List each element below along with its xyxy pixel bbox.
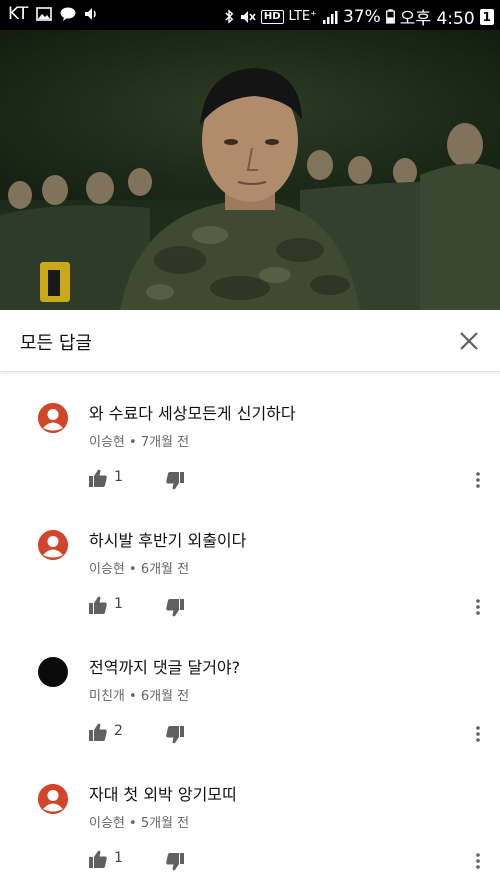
battery-icon xyxy=(385,9,395,24)
thumbs-up-icon[interactable] xyxy=(88,722,108,742)
meta-separator: • xyxy=(124,689,141,704)
default-avatar-icon xyxy=(38,403,68,433)
video-frame xyxy=(0,30,500,310)
comment-meta: 미친개 • 6개월 전 xyxy=(89,685,189,704)
meta-separator: • xyxy=(124,562,141,577)
comment-meta: 이승현 • 5개월 전 xyxy=(89,812,189,831)
comment-text: 자대 첫 외박 앙기모띠 xyxy=(89,785,237,804)
comment-item: 하시발 후반기 외출이다 이승현 • 6개월 전 1 xyxy=(0,527,500,654)
bluetooth-icon xyxy=(225,9,234,24)
comment-author[interactable]: 미친개 xyxy=(89,689,125,704)
comment-item: 자대 첫 외박 앙기모띠 이승현 • 5개월 전 1 xyxy=(0,781,500,888)
comment-text: 전역까지 댓글 달거야? xyxy=(89,658,241,677)
comment-text: 하시발 후반기 외출이다 xyxy=(89,531,247,550)
more-vert-icon[interactable] xyxy=(470,597,486,617)
comment-author[interactable]: 이승현 xyxy=(89,816,125,831)
thumbs-down-icon[interactable] xyxy=(165,725,185,745)
default-avatar-icon xyxy=(38,530,68,560)
gallery-icon xyxy=(36,7,53,21)
page-title: 모든 답글 xyxy=(20,333,92,354)
thumbs-up-icon[interactable] xyxy=(88,595,108,615)
hd-icon: HD xyxy=(260,9,284,24)
comment-age: 5개월 전 xyxy=(140,816,190,831)
comment-meta: 이승현 • 7개월 전 xyxy=(89,431,189,450)
avatar[interactable] xyxy=(38,530,68,560)
avatar[interactable] xyxy=(38,784,68,814)
mute-icon xyxy=(240,10,256,23)
meta-separator: • xyxy=(124,435,141,450)
thumbs-up-icon[interactable] xyxy=(88,468,108,488)
comment-age: 6개월 전 xyxy=(140,562,190,577)
avatar[interactable] xyxy=(38,403,68,433)
comment-age: 6개월 전 xyxy=(140,689,190,704)
like-count: 2 xyxy=(114,723,123,739)
comment-author[interactable]: 이승현 xyxy=(89,562,125,577)
more-vert-icon[interactable] xyxy=(470,470,486,490)
like-count: 1 xyxy=(114,469,123,485)
notification-badge: 1 xyxy=(479,8,494,25)
comment-author[interactable]: 이승현 xyxy=(89,435,125,450)
comment-meta: 이승현 • 6개월 전 xyxy=(89,558,189,577)
status-bar: KT HD LTE⁺ 37% 오후 4:50 1 xyxy=(0,0,500,30)
comment-age: 7개월 전 xyxy=(140,435,190,450)
thumbs-up-icon[interactable] xyxy=(88,849,108,869)
more-vert-icon[interactable] xyxy=(470,851,486,871)
comment-text: 와 수료다 세상모든게 신기하다 xyxy=(89,404,296,423)
comment-item: 전역까지 댓글 달거야? 미친개 • 6개월 전 2 xyxy=(0,654,500,781)
more-vert-icon[interactable] xyxy=(470,724,486,744)
replies-header: 모든 답글 xyxy=(0,310,500,372)
lte-label: LTE⁺ xyxy=(288,9,317,24)
meta-separator: • xyxy=(124,816,141,831)
video-player[interactable] xyxy=(0,30,500,310)
like-count: 1 xyxy=(114,850,123,866)
signal-icon xyxy=(322,10,338,24)
volume-icon xyxy=(85,8,96,20)
like-count: 1 xyxy=(114,596,123,612)
thumbs-down-icon[interactable] xyxy=(165,852,185,872)
thumbs-down-icon[interactable] xyxy=(165,598,185,618)
carrier-label: KT xyxy=(8,4,29,24)
battery-percent: 37% xyxy=(342,6,381,27)
clock: 오후 4:50 xyxy=(399,9,475,29)
default-avatar-icon xyxy=(38,784,68,814)
talk-icon xyxy=(60,7,76,21)
thumbs-down-icon[interactable] xyxy=(165,471,185,491)
avatar[interactable] xyxy=(38,657,68,687)
close-icon[interactable] xyxy=(454,326,484,356)
comment-item: 와 수료다 세상모든게 신기하다 이승현 • 7개월 전 1 xyxy=(0,400,500,527)
